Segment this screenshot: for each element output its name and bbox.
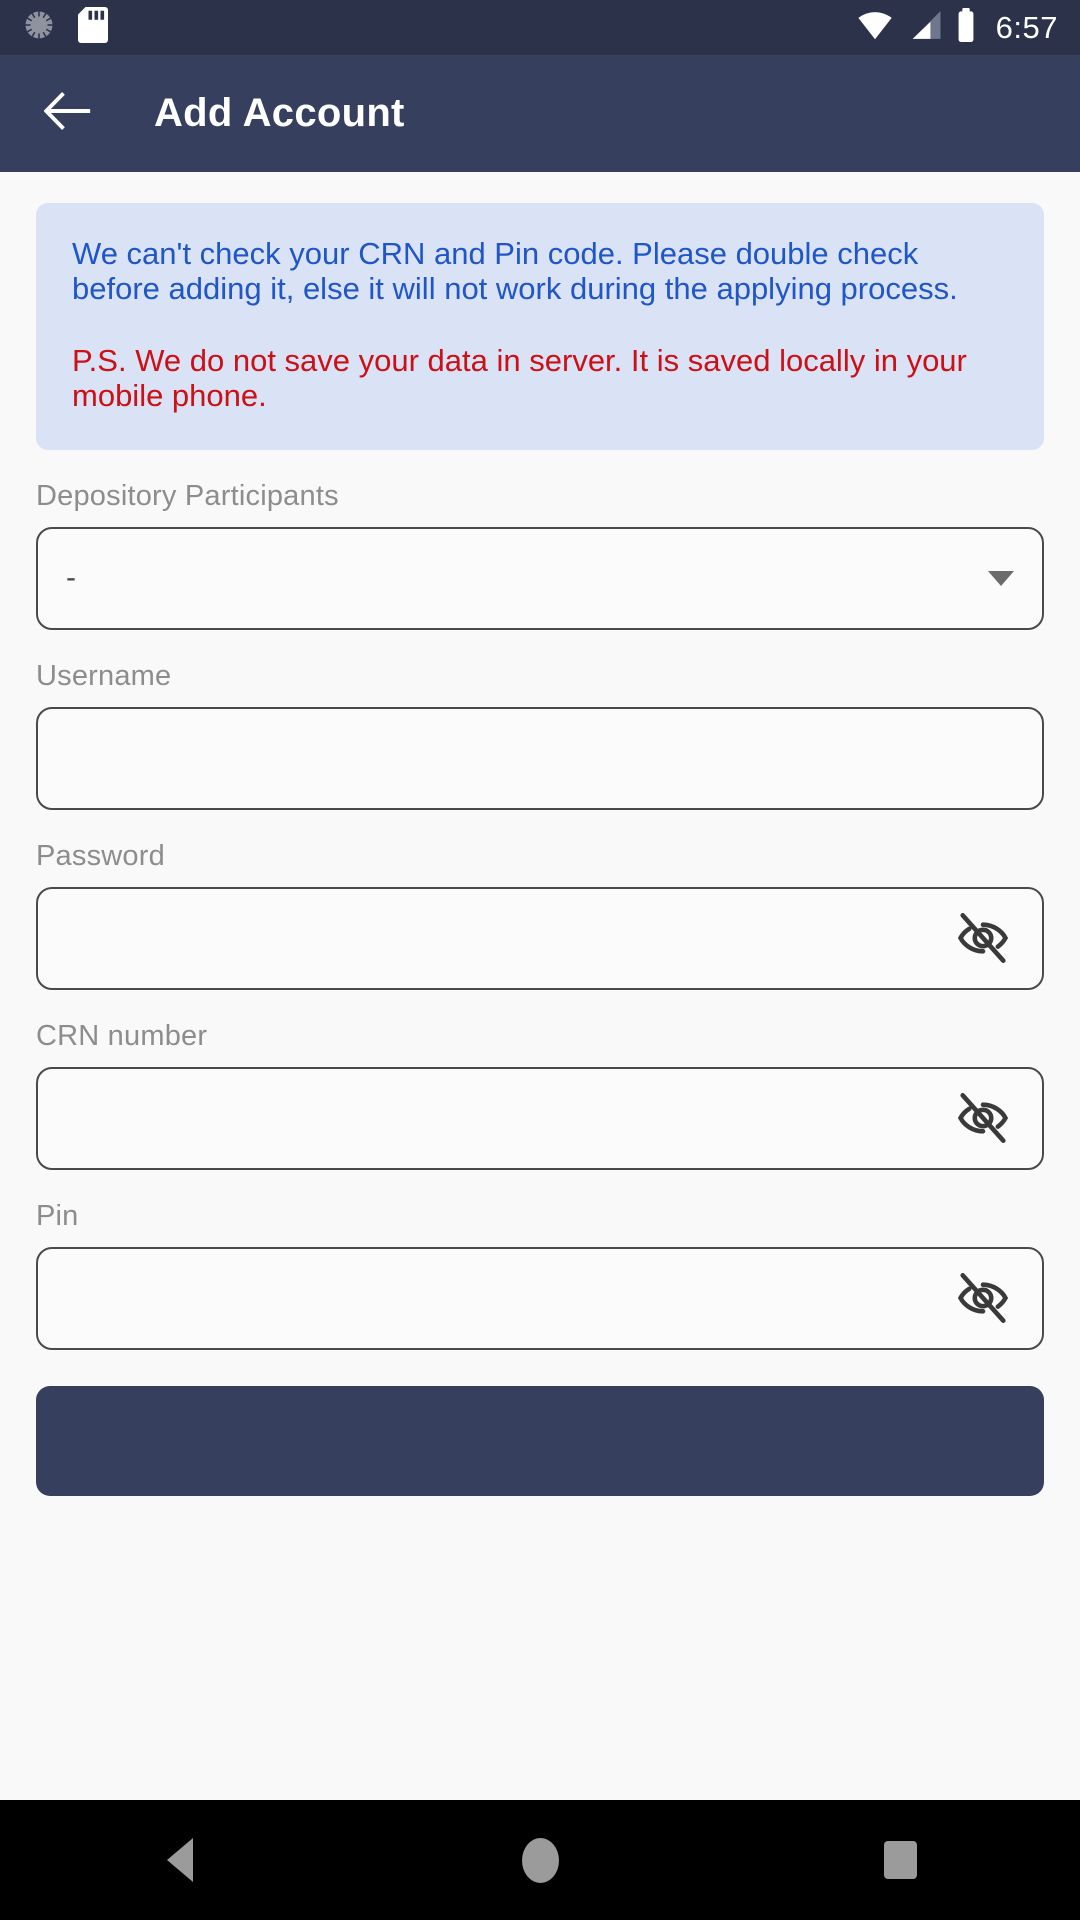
sd-card-icon: [78, 7, 108, 48]
username-input[interactable]: [36, 706, 1044, 810]
info-banner: We can't check your CRN and Pin code. Pl…: [36, 203, 1044, 450]
nav-home-button[interactable]: [480, 1800, 600, 1920]
password-input[interactable]: [36, 886, 1044, 990]
home-circle-icon: [521, 1837, 559, 1883]
crn-input[interactable]: [36, 1066, 1044, 1170]
username-label: Username: [36, 659, 172, 692]
status-bar-left-icons: [22, 7, 108, 48]
recents-square-icon: [883, 1841, 917, 1879]
eye-off-icon[interactable]: [952, 907, 1014, 969]
battery-icon: [956, 8, 976, 47]
password-label: Password: [36, 839, 165, 872]
main-content: We can't check your CRN and Pin code. Pl…: [0, 172, 1080, 1920]
wifi-icon: [856, 9, 894, 46]
status-bar-clock: 6:57: [995, 10, 1058, 45]
depository-label: Depository Participants: [36, 479, 339, 512]
banner-main-text: We can't check your CRN and Pin code. Pl…: [72, 236, 958, 306]
back-button[interactable]: [40, 86, 96, 142]
eye-off-icon[interactable]: [952, 1087, 1014, 1149]
back-triangle-icon: [167, 1838, 193, 1882]
status-bar: 6:57: [0, 0, 1080, 55]
page-title: Add Account: [154, 91, 405, 135]
field-crn-number: CRN number: [36, 1020, 1044, 1170]
field-username: Username: [36, 660, 1044, 810]
status-bar-right-icons: 6:57: [856, 8, 1058, 47]
nav-back-button[interactable]: [120, 1800, 240, 1920]
depository-value: -: [66, 561, 76, 595]
nav-recents-button[interactable]: [840, 1800, 960, 1920]
submit-button[interactable]: [36, 1385, 1044, 1496]
crn-label: CRN number: [36, 1019, 208, 1052]
depository-select[interactable]: -: [36, 526, 1044, 630]
back-arrow-icon: [43, 91, 92, 136]
cellular-signal-icon: [908, 9, 942, 46]
field-pin: Pin: [36, 1200, 1044, 1350]
app-bar: Add Account: [0, 55, 1080, 172]
field-password: Password: [36, 840, 1044, 990]
loading-circle-icon: [22, 8, 56, 47]
chevron-down-icon[interactable]: [988, 570, 1014, 586]
banner-ps-text: P.S. We do not save your data in server.…: [72, 343, 967, 414]
pin-input[interactable]: [36, 1246, 1044, 1350]
android-navigation-bar: [0, 1800, 1080, 1920]
pin-label: Pin: [36, 1199, 79, 1232]
field-depository-participants: Depository Participants -: [36, 480, 1044, 630]
eye-off-icon[interactable]: [952, 1267, 1014, 1329]
